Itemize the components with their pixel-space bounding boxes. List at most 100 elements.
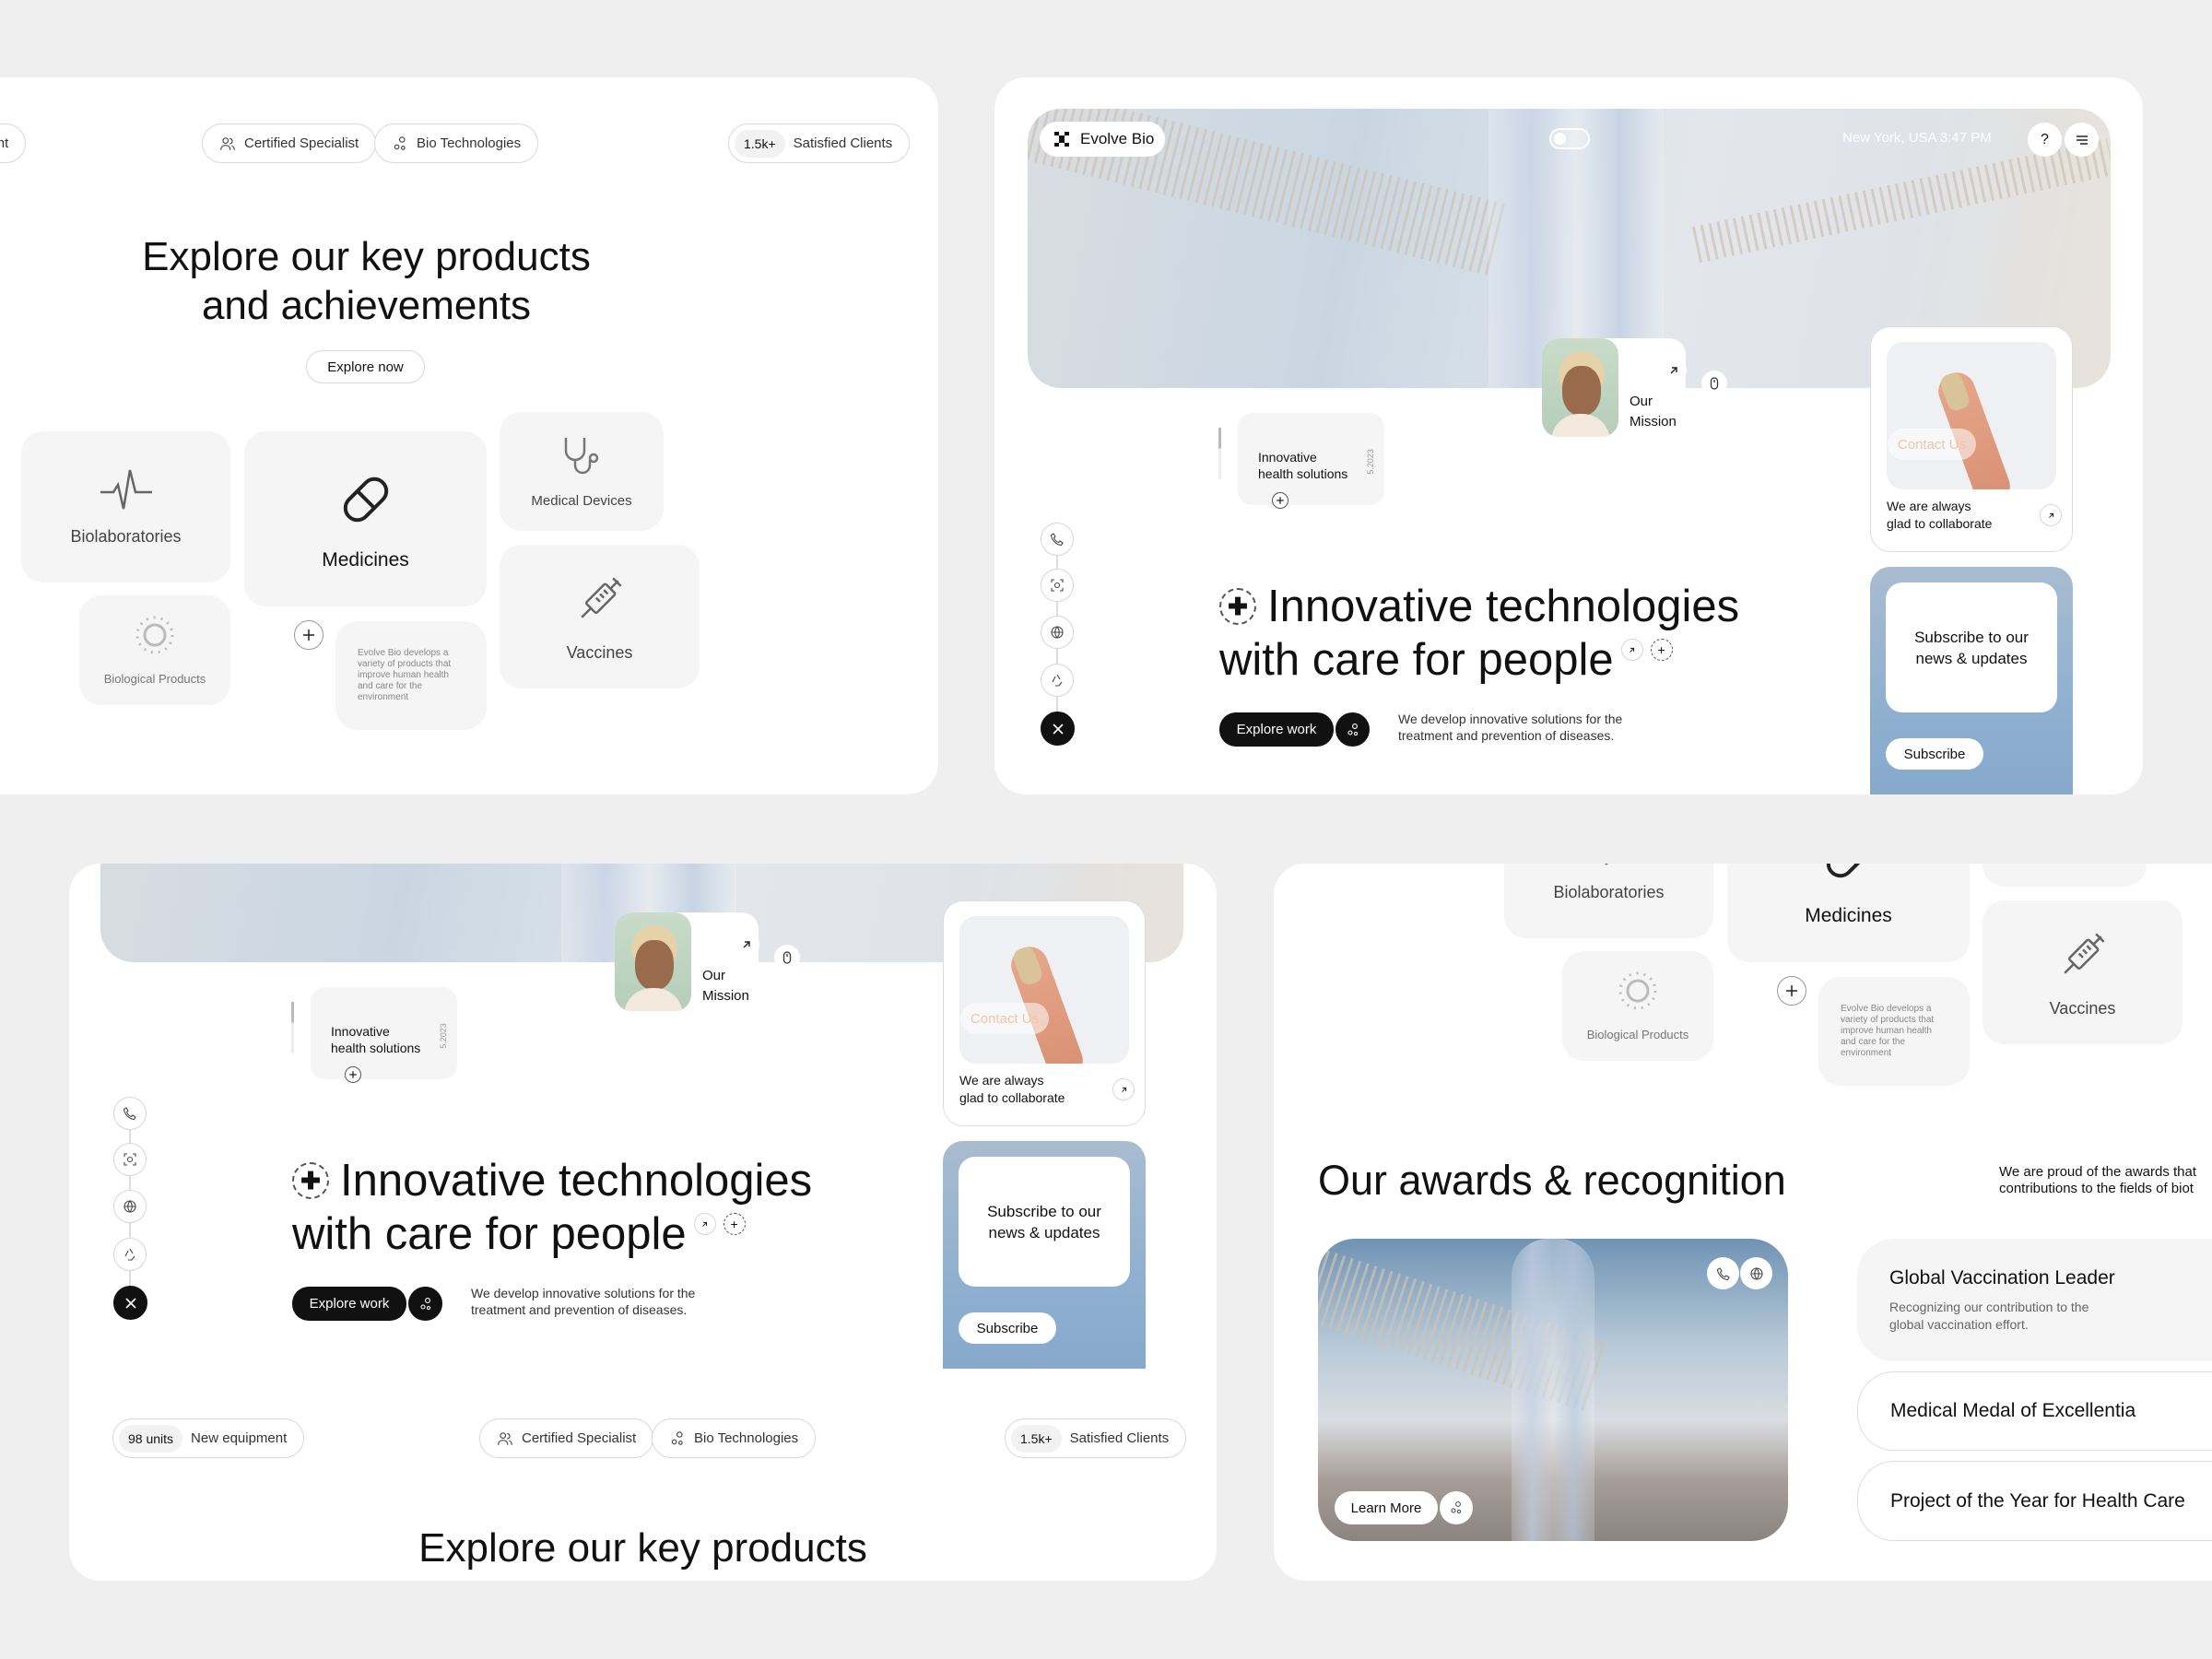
satisfied-clients-badge: 1.5k+ Satisfied Clients — [1005, 1418, 1187, 1458]
health-plus-button[interactable] — [345, 1066, 361, 1083]
menu-button[interactable] — [2065, 123, 2099, 157]
tile-label: Medical Devices — [2014, 864, 2114, 865]
award-item[interactable]: Global Vaccination Leader Recognizing ou… — [1857, 1239, 2212, 1361]
close-button[interactable] — [113, 1286, 147, 1320]
close-icon — [124, 1297, 136, 1309]
hero-panel-scrolled: Evolve Bio New York, USA 3:47 PM ? Our M… — [69, 864, 1217, 1581]
tile-biolaboratories[interactable]: Biolaboratories — [21, 431, 230, 582]
contact-card[interactable]: Contact Us We are always glad to collabo… — [1870, 326, 2073, 552]
globe-icon — [1051, 626, 1064, 639]
tile-label: Vaccines — [2049, 998, 2116, 1018]
mouse-scroll-button[interactable] — [774, 945, 800, 971]
health-solutions-card[interactable]: Innovative health solutions 5.2023 — [311, 987, 457, 1079]
collab-arrow-button[interactable] — [2040, 504, 2062, 526]
mission-photo — [615, 912, 691, 1011]
collab-text: We are always glad to collaborate — [959, 1073, 1065, 1105]
theme-toggle[interactable] — [1549, 128, 1590, 149]
contact-us-button[interactable]: Contact Us — [960, 1003, 1049, 1034]
plus-badge-icon: ✚ — [1219, 588, 1256, 625]
certified-specialist-badge[interactable]: Certified Specialist — [479, 1418, 654, 1458]
explore-work-icon-button[interactable] — [408, 1287, 442, 1321]
recycle-button[interactable] — [113, 1238, 147, 1271]
products-panel: 98 unitsNew equipment Certified Speciali… — [0, 77, 938, 794]
tile-medicines[interactable]: Medicines — [1727, 864, 1970, 962]
add-button[interactable] — [294, 620, 324, 650]
bio-technologies-badge[interactable]: Bio Technologies — [374, 124, 539, 163]
add-button[interactable] — [1777, 976, 1806, 1006]
mouse-icon — [1710, 377, 1719, 390]
mission-arrow-button[interactable] — [1661, 358, 1687, 383]
mouse-scroll-button[interactable] — [1701, 371, 1727, 396]
mission-arrow-button[interactable] — [734, 932, 759, 958]
globe-button[interactable] — [1041, 616, 1074, 649]
explore-work-button[interactable]: Explore work — [1219, 712, 1334, 747]
explore-now-button[interactable]: Explore now — [306, 350, 425, 383]
tile-biological-products[interactable]: Biological Products — [79, 595, 230, 705]
tile-label: Biological Products — [103, 672, 206, 686]
tile-label: Medicines — [322, 549, 409, 571]
globe-button[interactable] — [113, 1190, 147, 1223]
subscribe-bubble: Subscribe to our news & updates — [959, 1157, 1130, 1287]
headline-arrow-icon[interactable] — [1620, 639, 1643, 661]
syringe-icon — [2063, 932, 2105, 974]
menu-icon — [2076, 135, 2088, 145]
bottom-products-title: Explore our key products — [418, 1525, 867, 1571]
subscribe-card: Subscribe to our news & updates Subscrib… — [943, 1141, 1146, 1369]
heartbeat-icon — [1605, 864, 1607, 865]
logo[interactable]: Evolve Bio — [1040, 122, 1165, 157]
learn-more-icon-button[interactable] — [1440, 1491, 1473, 1524]
plus-icon — [303, 629, 314, 641]
syringe-icon — [580, 576, 622, 618]
subscribe-bubble: Subscribe to our news & updates — [1886, 582, 2057, 712]
tile-vaccines[interactable]: Vaccines — [500, 545, 700, 688]
tile-medicines[interactable]: Medicines — [244, 431, 487, 606]
award-item[interactable]: Project of the Year for Health Care — [1857, 1461, 2212, 1541]
tile-medical-devices[interactable]: Medical Devices — [1983, 864, 2147, 887]
logo-icon — [1054, 132, 1069, 147]
headline-plus-icon[interactable]: + — [1650, 639, 1673, 661]
learn-more-button[interactable]: Learn More — [1335, 1491, 1438, 1524]
awards-globe-button[interactable] — [1740, 1257, 1772, 1289]
location-time: New York, USA 3:47 PM — [1842, 130, 1992, 146]
products-description: Evolve Bio develops a variety of product… — [1818, 977, 1970, 1086]
hero-panel: Evolve Bio New York, USA 3:47 PM ? Our M… — [994, 77, 2143, 794]
contact-card[interactable]: Contact Us We are always glad to collabo… — [943, 900, 1146, 1126]
sun-icon — [1618, 971, 1657, 1010]
slide-indicator — [1218, 428, 1221, 479]
close-icon — [1052, 723, 1064, 735]
subscribe-button[interactable]: Subscribe — [1886, 738, 1983, 770]
subscribe-button[interactable]: Subscribe — [959, 1312, 1056, 1344]
scan-button[interactable] — [113, 1143, 147, 1176]
health-plus-button[interactable] — [1272, 492, 1288, 509]
tile-vaccines[interactable]: Vaccines — [1983, 900, 2183, 1044]
mission-card[interactable]: Our Mission — [1542, 338, 1686, 437]
tile-label: Vaccines — [566, 642, 633, 662]
explore-work-button[interactable]: Explore work — [292, 1287, 406, 1321]
phone-button[interactable] — [113, 1097, 147, 1130]
tile-medical-devices[interactable]: Medical Devices — [500, 412, 664, 531]
scan-button[interactable] — [1041, 569, 1074, 602]
mission-card[interactable]: Our Mission — [615, 912, 759, 1011]
close-button[interactable] — [1041, 712, 1075, 746]
help-button[interactable]: ? — [2028, 123, 2062, 157]
bio-technologies-badge[interactable]: Bio Technologies — [652, 1418, 817, 1458]
certified-specialist-badge[interactable]: Certified Specialist — [202, 124, 377, 163]
award-item[interactable]: Medical Medal of Excellentia — [1857, 1371, 2212, 1451]
recycle-button[interactable] — [1041, 664, 1074, 697]
molecule-icon — [671, 1430, 683, 1445]
new-equipment-badge: 98 unitsNew equipment — [112, 1418, 305, 1458]
headline-plus-icon[interactable]: + — [723, 1213, 746, 1235]
tile-biological-products[interactable]: Biological Products — [1562, 951, 1713, 1061]
awards-phone-button[interactable] — [1707, 1257, 1739, 1289]
headline-arrow-icon[interactable] — [693, 1213, 716, 1235]
collab-arrow-button[interactable] — [1112, 1078, 1135, 1100]
phone-icon — [123, 1107, 136, 1121]
phone-button[interactable] — [1041, 523, 1074, 556]
products-description: Evolve Bio develops a variety of product… — [335, 621, 487, 730]
health-solutions-card[interactable]: Innovative health solutions 5.2023 — [1238, 413, 1384, 505]
globe-icon — [124, 1200, 136, 1213]
pill-icon — [1826, 864, 1871, 878]
tile-biolaboratories[interactable]: Biolaboratories — [1504, 864, 1713, 938]
explore-work-icon-button[interactable] — [1335, 712, 1370, 747]
contact-us-button[interactable]: Contact Us — [1888, 429, 1976, 460]
